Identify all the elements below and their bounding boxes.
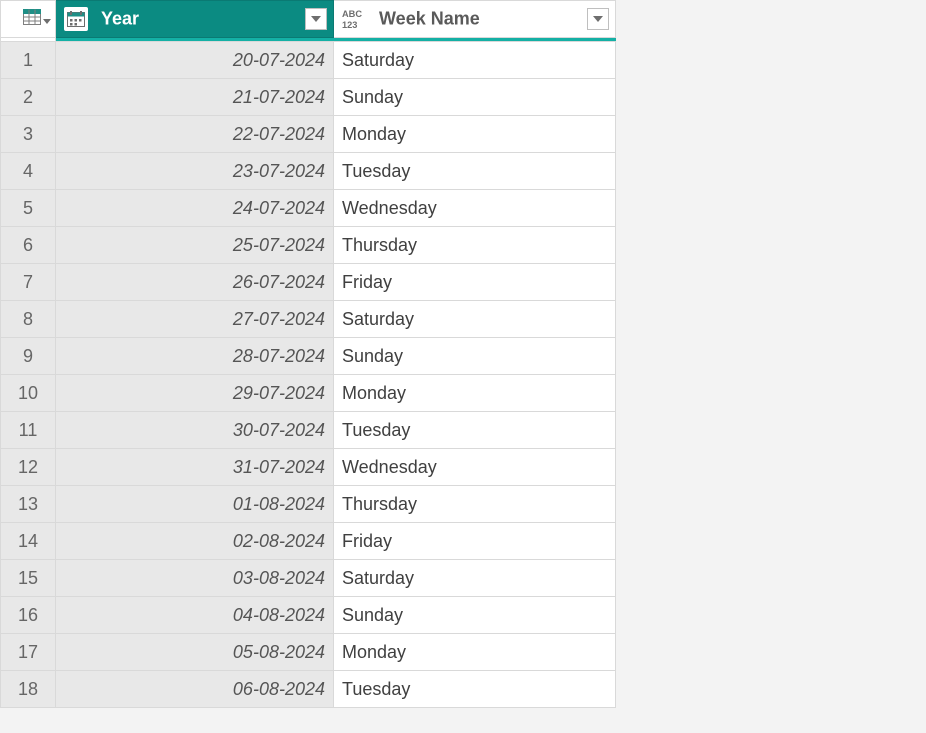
chevron-down-icon xyxy=(311,16,321,23)
row-number-cell[interactable]: 10 xyxy=(1,375,56,412)
cell-week-name[interactable]: Monday xyxy=(334,116,616,153)
row-number-cell[interactable]: 18 xyxy=(1,671,56,708)
cell-year[interactable]: 21-07-2024 xyxy=(56,79,334,116)
row-number-cell[interactable]: 12 xyxy=(1,449,56,486)
cell-year[interactable]: 22-07-2024 xyxy=(56,116,334,153)
cell-week-name[interactable]: Thursday xyxy=(334,227,616,264)
cell-year[interactable]: 31-07-2024 xyxy=(56,449,334,486)
cell-year[interactable]: 03-08-2024 xyxy=(56,560,334,597)
row-number-cell[interactable]: 1 xyxy=(1,42,56,79)
table-row[interactable]: 1402-08-2024Friday xyxy=(1,523,616,560)
data-grid: Year ABC 123 Week Name xyxy=(0,0,616,708)
row-number-cell[interactable]: 15 xyxy=(1,560,56,597)
row-number-cell[interactable]: 9 xyxy=(1,338,56,375)
table-row[interactable]: 322-07-2024Monday xyxy=(1,116,616,153)
row-number-cell[interactable]: 17 xyxy=(1,634,56,671)
table-row[interactable]: 1029-07-2024Monday xyxy=(1,375,616,412)
table-row[interactable]: 423-07-2024Tuesday xyxy=(1,153,616,190)
cell-year[interactable]: 28-07-2024 xyxy=(56,338,334,375)
cell-week-name[interactable]: Monday xyxy=(334,634,616,671)
cell-year[interactable]: 26-07-2024 xyxy=(56,264,334,301)
table-row[interactable]: 120-07-2024Saturday xyxy=(1,42,616,79)
svg-text:123: 123 xyxy=(342,20,357,30)
cell-week-name[interactable]: Saturday xyxy=(334,560,616,597)
table-row[interactable]: 1705-08-2024Monday xyxy=(1,634,616,671)
column-header-label: Year xyxy=(101,9,139,29)
cell-week-name[interactable]: Saturday xyxy=(334,301,616,338)
table-row[interactable]: 1604-08-2024Sunday xyxy=(1,597,616,634)
table-row[interactable]: 1231-07-2024Wednesday xyxy=(1,449,616,486)
select-all-cell[interactable] xyxy=(1,1,56,38)
row-number-cell[interactable]: 4 xyxy=(1,153,56,190)
cell-year[interactable]: 05-08-2024 xyxy=(56,634,334,671)
cell-year[interactable]: 01-08-2024 xyxy=(56,486,334,523)
table-row[interactable]: 928-07-2024Sunday xyxy=(1,338,616,375)
cell-week-name[interactable]: Monday xyxy=(334,375,616,412)
table-row[interactable]: 524-07-2024Wednesday xyxy=(1,190,616,227)
cell-week-name[interactable]: Wednesday xyxy=(334,449,616,486)
cell-week-name[interactable]: Thursday xyxy=(334,486,616,523)
cell-week-name[interactable]: Tuesday xyxy=(334,671,616,708)
row-number-cell[interactable]: 13 xyxy=(1,486,56,523)
cell-year[interactable]: 30-07-2024 xyxy=(56,412,334,449)
cell-week-name[interactable]: Sunday xyxy=(334,338,616,375)
table-row[interactable]: 221-07-2024Sunday xyxy=(1,79,616,116)
row-number-cell[interactable]: 5 xyxy=(1,190,56,227)
cell-year[interactable]: 24-07-2024 xyxy=(56,190,334,227)
cell-year[interactable]: 25-07-2024 xyxy=(56,227,334,264)
column-filter-button-week[interactable] xyxy=(587,8,609,30)
header-row: Year ABC 123 Week Name xyxy=(1,1,616,38)
cell-year[interactable]: 20-07-2024 xyxy=(56,42,334,79)
cell-week-name[interactable]: Sunday xyxy=(334,597,616,634)
calendar-icon xyxy=(64,7,88,31)
cell-week-name[interactable]: Saturday xyxy=(334,42,616,79)
row-number-cell[interactable]: 16 xyxy=(1,597,56,634)
row-number-cell[interactable]: 7 xyxy=(1,264,56,301)
row-number-cell[interactable]: 3 xyxy=(1,116,56,153)
cell-week-name[interactable]: Tuesday xyxy=(334,412,616,449)
cell-year[interactable]: 04-08-2024 xyxy=(56,597,334,634)
table-row[interactable]: 1806-08-2024Tuesday xyxy=(1,671,616,708)
table-row[interactable]: 1130-07-2024Tuesday xyxy=(1,412,616,449)
table-row[interactable]: 1503-08-2024Saturday xyxy=(1,560,616,597)
cell-year[interactable]: 29-07-2024 xyxy=(56,375,334,412)
table-row[interactable]: 625-07-2024Thursday xyxy=(1,227,616,264)
row-number-cell[interactable]: 11 xyxy=(1,412,56,449)
cell-week-name[interactable]: Friday xyxy=(334,264,616,301)
table-icon xyxy=(23,9,41,30)
table-row[interactable]: 827-07-2024Saturday xyxy=(1,301,616,338)
cell-year[interactable]: 06-08-2024 xyxy=(56,671,334,708)
cell-week-name[interactable]: Wednesday xyxy=(334,190,616,227)
column-header-week-name[interactable]: ABC 123 Week Name xyxy=(334,1,616,38)
cell-week-name[interactable]: Friday xyxy=(334,523,616,560)
column-header-year[interactable]: Year xyxy=(56,1,334,38)
svg-text:ABC: ABC xyxy=(342,9,362,19)
cell-week-name[interactable]: Tuesday xyxy=(334,153,616,190)
cell-year[interactable]: 02-08-2024 xyxy=(56,523,334,560)
row-number-cell[interactable]: 8 xyxy=(1,301,56,338)
chevron-down-icon xyxy=(593,16,603,23)
table-row[interactable]: 726-07-2024Friday xyxy=(1,264,616,301)
cell-year[interactable]: 27-07-2024 xyxy=(56,301,334,338)
chevron-down-icon xyxy=(43,9,51,30)
row-number-cell[interactable]: 2 xyxy=(1,79,56,116)
row-number-cell[interactable]: 14 xyxy=(1,523,56,560)
abc123-icon: ABC 123 xyxy=(342,7,366,31)
cell-year[interactable]: 23-07-2024 xyxy=(56,153,334,190)
column-filter-button-year[interactable] xyxy=(305,8,327,30)
table-row[interactable]: 1301-08-2024Thursday xyxy=(1,486,616,523)
row-number-cell[interactable]: 6 xyxy=(1,227,56,264)
cell-week-name[interactable]: Sunday xyxy=(334,79,616,116)
column-header-label: Week Name xyxy=(379,9,480,29)
